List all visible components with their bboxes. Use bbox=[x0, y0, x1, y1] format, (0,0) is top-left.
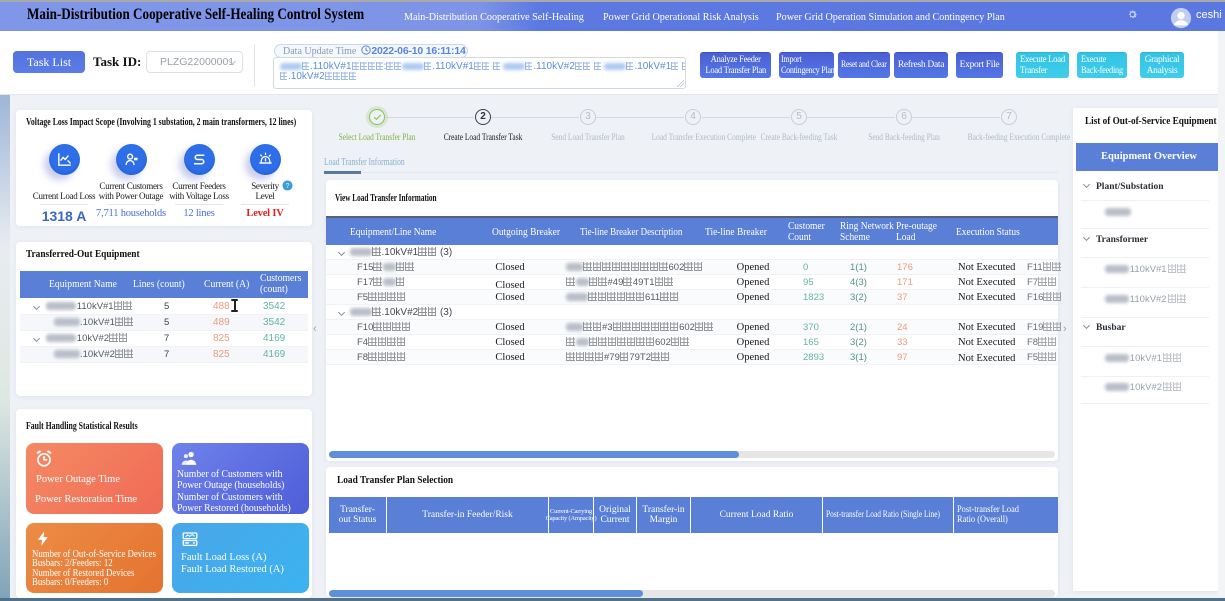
svg-text:?: ? bbox=[286, 183, 290, 190]
